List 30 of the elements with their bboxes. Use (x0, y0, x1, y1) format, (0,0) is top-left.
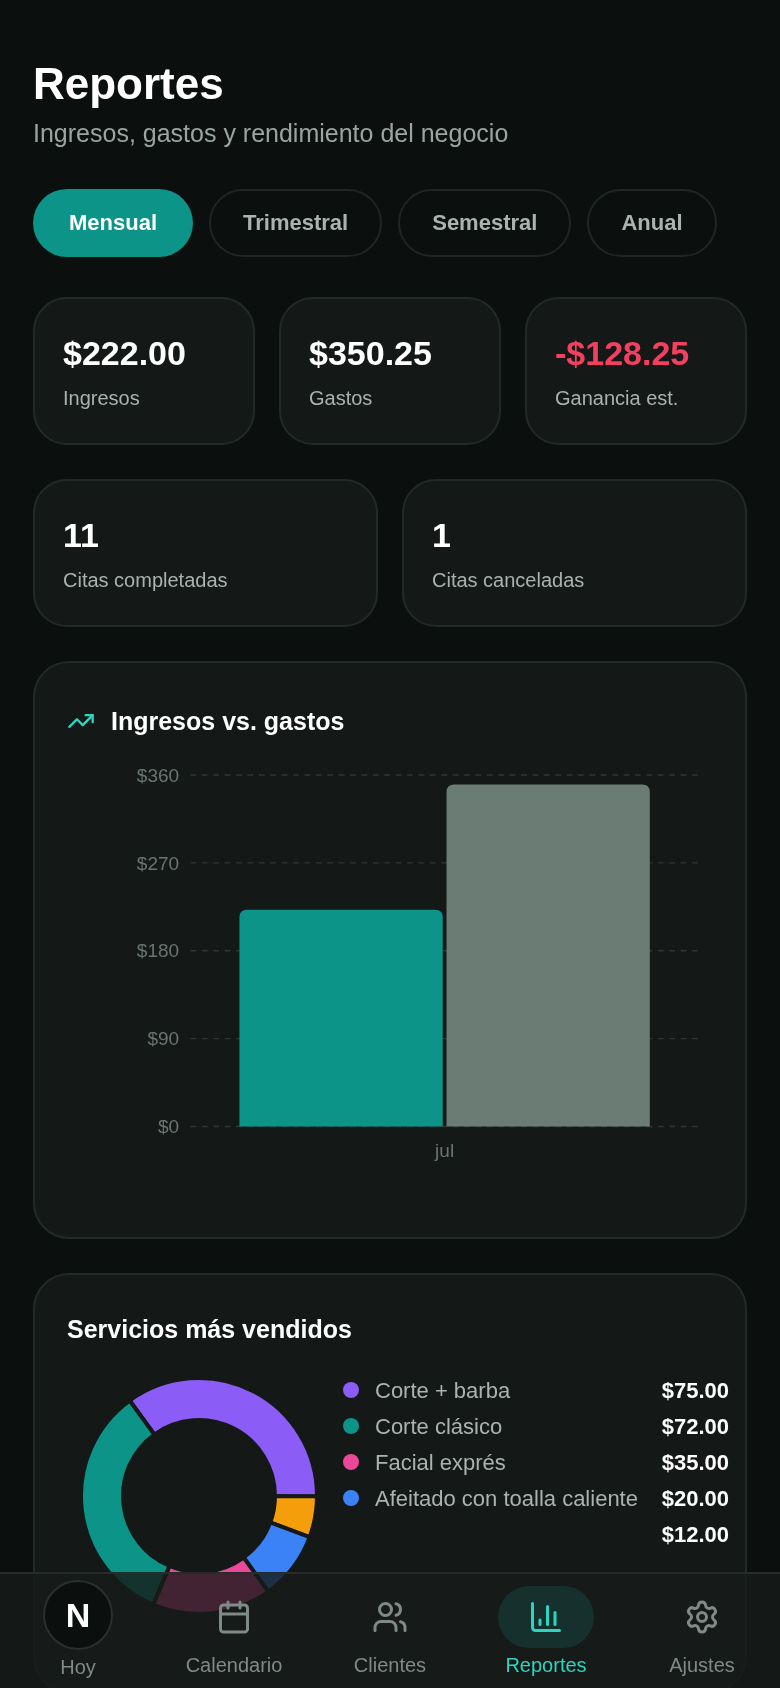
stat-value: $350.25 (309, 333, 433, 374)
service-name: Facial exprés (375, 1448, 507, 1477)
logo-icon: N (43, 1580, 113, 1650)
service-amount: $72.00 (661, 1412, 729, 1441)
stat-label: Ganancia est. (555, 386, 680, 411)
x-axis-label: jul (435, 1139, 455, 1161)
y-axis-label: $360 (136, 764, 180, 786)
stat-label: Citas completadas (63, 568, 229, 593)
stat-value: $222.00 (63, 333, 187, 374)
service-amount: $20.00 (661, 1484, 729, 1513)
stat-value: 1 (432, 515, 452, 556)
stat-label: Gastos (309, 386, 374, 411)
page-title: Reportes (33, 58, 225, 110)
y-axis-label: $270 (136, 852, 180, 874)
service-name: Afeitado con toalla caliente (375, 1484, 639, 1513)
y-axis-label: $0 (157, 1116, 180, 1138)
card-title: Ingresos vs. gastos (111, 705, 345, 737)
service-name: Corte + barba (375, 1376, 512, 1405)
service-amount: $75.00 (661, 1376, 729, 1405)
service-amount: $35.00 (661, 1448, 729, 1477)
y-axis-label: $180 (136, 940, 180, 962)
page-subtitle: Ingresos, gastos y rendimiento del negocio (33, 118, 510, 149)
service-amount: $12.00 (661, 1520, 729, 1549)
stat-label: Ingresos (63, 386, 141, 411)
stat-value: 11 (63, 515, 100, 556)
stat-value: -$128.25 (555, 333, 691, 374)
stat-label: Citas canceladas (432, 568, 586, 593)
y-axis-label: $90 (147, 1028, 180, 1050)
card-title: Servicios más vendidos (67, 1314, 352, 1343)
service-name: Corte clásico (375, 1412, 504, 1441)
